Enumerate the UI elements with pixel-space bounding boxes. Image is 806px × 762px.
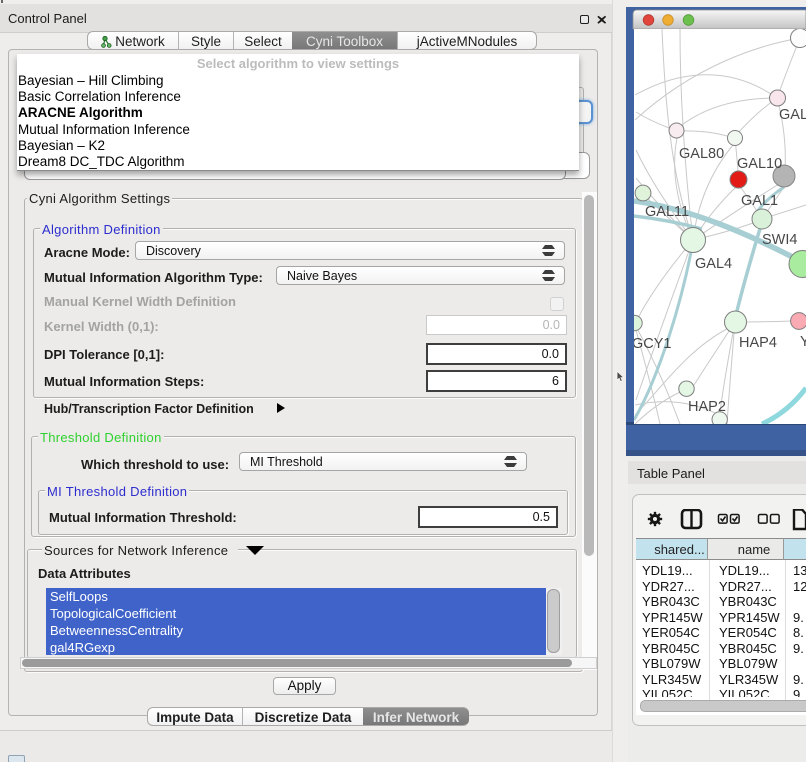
svg-text:Y: Y	[800, 334, 806, 350]
svg-text:GAL1: GAL1	[741, 193, 778, 209]
svg-text:GAL4: GAL4	[695, 256, 732, 272]
svg-text:GAL11: GAL11	[645, 204, 689, 220]
svg-text:GAL80: GAL80	[679, 146, 724, 162]
svg-text:SWI4: SWI4	[762, 232, 797, 248]
svg-text:HAP4: HAP4	[739, 335, 777, 351]
svg-text:GAL10: GAL10	[737, 156, 782, 172]
svg-text:HAP2: HAP2	[688, 399, 726, 415]
svg-text:GAL7: GAL7	[779, 107, 806, 123]
svg-text:GCY1: GCY1	[632, 336, 672, 352]
